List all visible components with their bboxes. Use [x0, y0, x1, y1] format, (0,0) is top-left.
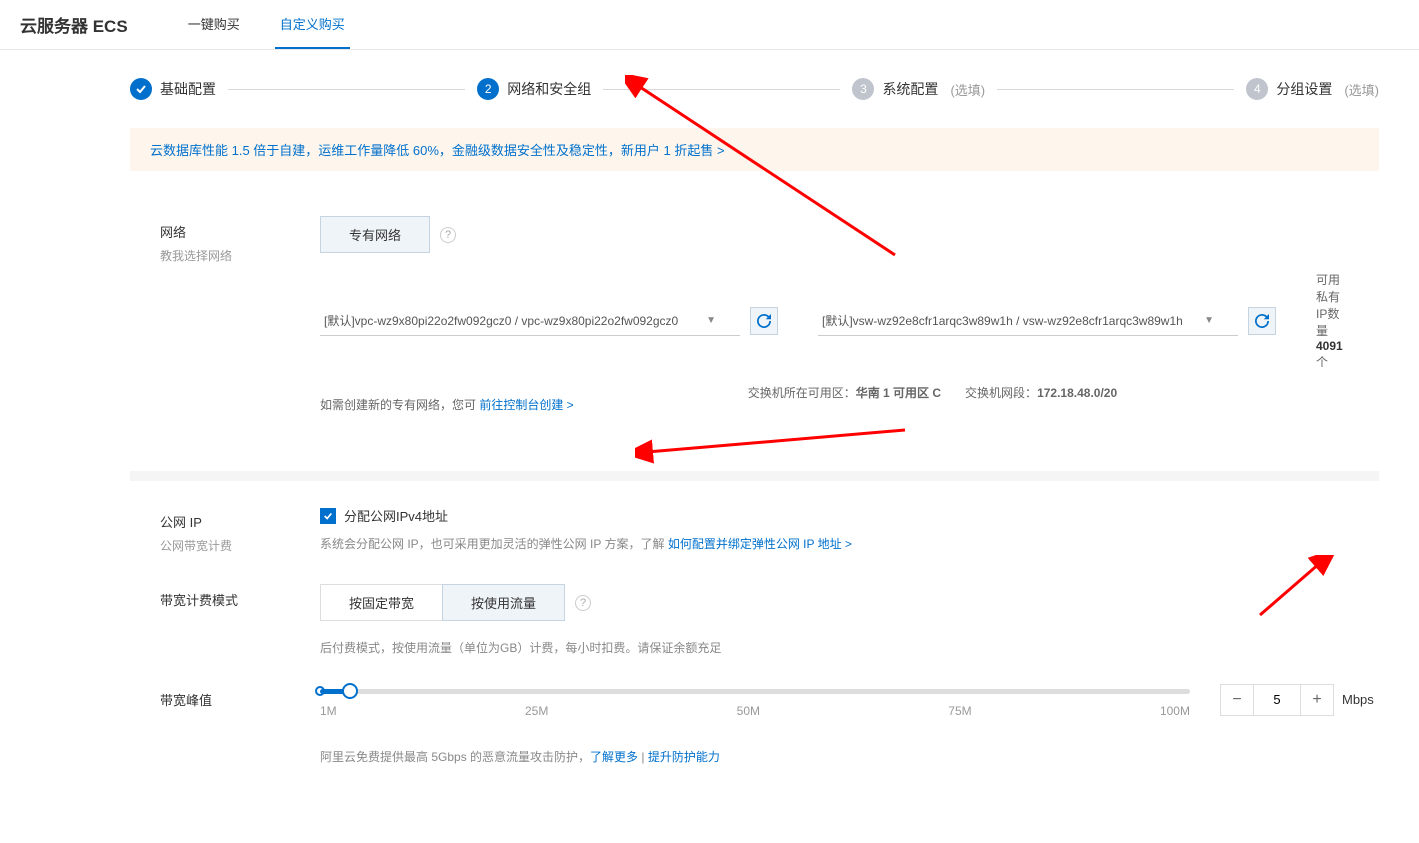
step-number: 3: [852, 78, 874, 100]
check-icon: [323, 511, 333, 521]
billing-mode-group: 按固定带宽 按使用流量: [320, 584, 565, 621]
step-optional: (选填): [1344, 80, 1379, 99]
help-icon[interactable]: ?: [440, 227, 456, 243]
step-indicator: 基础配置 2 网络和安全组 3 系统配置 (选填) 4 分组设置 (选填): [110, 50, 1399, 128]
bandwidth-label: 带宽峰值: [160, 684, 320, 715]
billing-hint: 后付费模式，按使用流量（单位为GB）计费，每小时扣费。请保证余额充足: [320, 639, 1349, 656]
step-number: 2: [477, 78, 499, 100]
vswitch-select[interactable]: [默认]vsw-wz92e8cfr1arqc3w89w1h / vsw-wz92…: [818, 306, 1238, 336]
header-tabs: 一键购买 自定义购买: [183, 0, 350, 49]
step-network[interactable]: 2 网络和安全组: [477, 78, 591, 100]
checkbox-label: 分配公网IPv4地址: [344, 506, 448, 525]
learn-more-link[interactable]: 了解更多: [590, 750, 638, 764]
assign-ip-checkbox[interactable]: [320, 508, 336, 524]
slider-ticks: 1M 25M 50M 75M 100M: [320, 704, 1190, 718]
page-header: 云服务器 ECS 一键购买 自定义购买: [0, 0, 1419, 50]
step-connector: [228, 89, 465, 90]
bandwidth-slider[interactable]: 1M 25M 50M 75M 100M: [320, 689, 1190, 718]
step-system[interactable]: 3 系统配置 (选填): [852, 78, 985, 100]
billing-label: 带宽计费模式: [160, 584, 320, 615]
bandwidth-input[interactable]: [1253, 685, 1301, 715]
network-label: 网络 教我选择网络: [160, 216, 320, 264]
create-vpc-hint: 如需创建新的专有网络，您可 前往控制台创建 >: [320, 396, 574, 413]
step-connector: [997, 89, 1234, 90]
bandwidth-stepper: − +: [1220, 684, 1334, 716]
decrease-button[interactable]: −: [1221, 685, 1253, 715]
step-connector: [603, 89, 840, 90]
billing-fixed[interactable]: 按固定带宽: [320, 584, 442, 621]
step-number: 4: [1246, 78, 1268, 100]
page-title: 云服务器 ECS: [20, 12, 128, 37]
check-icon: [130, 78, 152, 100]
step-basic[interactable]: 基础配置: [130, 78, 216, 100]
refresh-icon: [1255, 314, 1269, 328]
network-type-vpc[interactable]: 专有网络: [320, 216, 430, 253]
help-icon[interactable]: ?: [575, 595, 591, 611]
ddos-hint: 阿里云免费提供最高 5Gbps 的恶意流量攻击防护，了解更多 | 提升防护能力: [320, 748, 1349, 765]
bandwidth-unit: Mbps: [1342, 692, 1374, 707]
step-label: 系统配置: [882, 79, 938, 99]
ip-count: 可用私有IP数量 4091 个: [1316, 271, 1349, 370]
step-label: 网络和安全组: [507, 79, 591, 99]
tab-quick-buy[interactable]: 一键购买: [183, 0, 245, 49]
increase-button[interactable]: +: [1301, 685, 1333, 715]
step-label: 分组设置: [1276, 79, 1332, 99]
slider-thumb[interactable]: [342, 683, 358, 699]
vpc-select[interactable]: [默认]vpc-wz9x80pi22o2fw092gcz0 / vpc-wz9x…: [320, 306, 740, 336]
refresh-icon: [757, 314, 771, 328]
refresh-vswitch-button[interactable]: [1248, 307, 1276, 335]
create-vpc-link[interactable]: 前往控制台创建 >: [479, 398, 573, 412]
public-ip-hint: 系统会分配公网 IP，也可采用更加灵活的弹性公网 IP 方案，了解 如何配置并绑…: [320, 535, 1349, 552]
billing-traffic[interactable]: 按使用流量: [442, 584, 565, 621]
network-panel: 网络 教我选择网络 专有网络 ? [默认]vpc-wz9x80pi22o2fw0…: [130, 191, 1379, 456]
public-ip-label: 公网 IP 公网带宽计费: [160, 506, 320, 554]
tab-custom-buy[interactable]: 自定义购买: [275, 0, 350, 49]
eip-help-link[interactable]: 如何配置并绑定弹性公网 IP 地址 >: [668, 537, 852, 551]
chevron-down-icon: ▼: [706, 315, 716, 326]
step-optional: (选填): [950, 80, 985, 99]
network-help-link[interactable]: 教我选择网络: [160, 247, 320, 264]
promo-banner[interactable]: 云数据库性能 1.5 倍于自建，运维工作量降低 60%，金融级数据安全性及稳定性…: [130, 128, 1379, 171]
chevron-down-icon: ▼: [1204, 315, 1214, 326]
refresh-vpc-button[interactable]: [750, 307, 778, 335]
step-label: 基础配置: [160, 79, 216, 99]
vswitch-info: 交换机所在可用区：华南 1 可用区 C 交换机网段：172.18.48.0/20: [748, 384, 1117, 413]
upgrade-protection-link[interactable]: 提升防护能力: [648, 750, 720, 764]
step-group[interactable]: 4 分组设置 (选填): [1246, 78, 1379, 100]
